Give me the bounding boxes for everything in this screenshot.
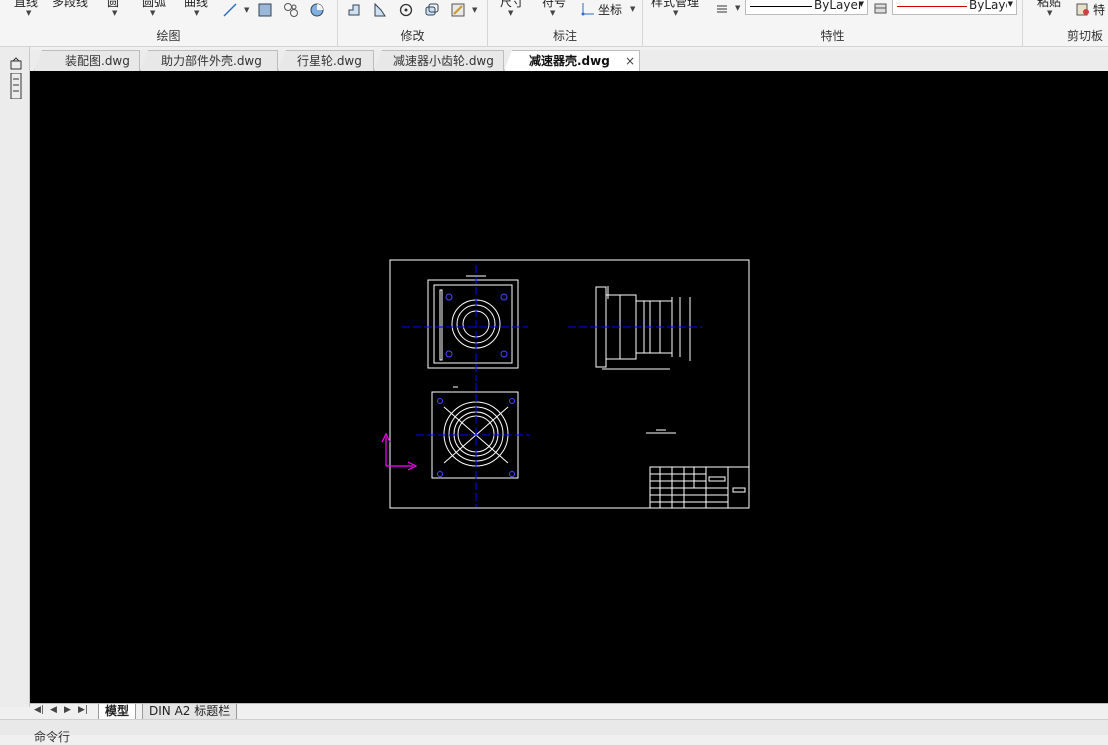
color-preview bbox=[897, 6, 967, 7]
tab-label: 减速器小齿轮.dwg bbox=[393, 54, 494, 68]
color-value: ByLayer bbox=[969, 0, 1007, 12]
draw-panel-title: 绘图 bbox=[156, 29, 181, 43]
prev-layout-icon[interactable]: ◀ bbox=[50, 705, 57, 715]
chevron-down-icon[interactable]: ▼ bbox=[550, 9, 555, 17]
rectangle-icon[interactable] bbox=[257, 2, 273, 18]
tool-palette bbox=[0, 47, 30, 707]
command-line-label: 命令行 bbox=[34, 730, 71, 744]
tab-reducer-housing[interactable]: 减速器壳.dwg × bbox=[504, 50, 640, 71]
special-button[interactable]: 特 bbox=[1093, 1, 1105, 18]
chevron-down-icon[interactable]: ▼ bbox=[472, 6, 477, 14]
next-layout-icon[interactable]: ▶ bbox=[64, 705, 71, 715]
chevron-down-icon[interactable]: ▼ bbox=[630, 5, 635, 13]
hatch-icon[interactable] bbox=[283, 2, 299, 18]
drawing-canvas[interactable] bbox=[30, 71, 1108, 703]
modify-panel: ▼ 修改 bbox=[338, 0, 488, 47]
ribbon: 直线 ▼ 多段线 圆 ▼ 圆弧 ▼ 曲线 ▼ ▼ 绘图 ▼ 修改 尺寸 ▼ 符号… bbox=[0, 0, 1108, 47]
chevron-down-icon[interactable]: ▼ bbox=[244, 6, 249, 14]
lineweight-icon[interactable] bbox=[873, 1, 889, 17]
chevron-down-icon: ▼ bbox=[1007, 0, 1013, 8]
chevron-down-icon[interactable]: ▼ bbox=[1047, 9, 1052, 17]
clipboard-panel: 粘贴 ▼ 特 剪切板 bbox=[1023, 0, 1108, 47]
polyline-button[interactable]: 多段线 bbox=[52, 0, 88, 10]
move-icon[interactable] bbox=[346, 2, 362, 18]
copy-icon[interactable] bbox=[424, 2, 440, 18]
tab-din-a2[interactable]: DIN A2 标题栏 bbox=[142, 704, 238, 720]
close-icon[interactable]: × bbox=[625, 51, 635, 71]
layout-tabs: ◀| ◀ ▶ ▶| 模型 DIN A2 标题栏 bbox=[30, 703, 1108, 720]
last-layout-icon[interactable]: ▶| bbox=[78, 705, 88, 715]
line-icon[interactable] bbox=[222, 2, 238, 18]
coordinate-button[interactable]: 坐标 bbox=[598, 1, 622, 18]
chevron-down-icon[interactable]: ▼ bbox=[26, 9, 31, 17]
chevron-down-icon[interactable]: ▼ bbox=[508, 9, 513, 17]
chevron-down-icon[interactable]: ▼ bbox=[194, 9, 199, 17]
palette-handle-icon[interactable] bbox=[9, 73, 23, 99]
document-tabs: 装配图.dwg 助力部件外壳.dwg 行星轮.dwg 减速器小齿轮.dwg 减速… bbox=[30, 50, 1108, 71]
chevron-down-icon[interactable]: ▼ bbox=[673, 9, 678, 17]
command-line-bar[interactable]: 命令行 bbox=[0, 719, 1108, 744]
chevron-down-icon[interactable]: ▼ bbox=[150, 9, 155, 17]
bottom-view bbox=[416, 383, 530, 507]
linetype-select[interactable]: ByLayer ▼ bbox=[745, 0, 868, 15]
tab-label: 助力部件外壳.dwg bbox=[161, 54, 262, 68]
chevron-down-icon: ▼ bbox=[858, 0, 864, 8]
tab-reducer-pinion[interactable]: 减速器小齿轮.dwg bbox=[374, 50, 504, 71]
annotation-panel: 尺寸 ▼ 符号 ▼ 坐标 ▼ 标注 bbox=[488, 0, 643, 47]
fill-icon[interactable] bbox=[309, 2, 325, 18]
first-layout-icon[interactable]: ◀| bbox=[34, 705, 44, 715]
mirror-icon[interactable] bbox=[372, 2, 388, 18]
top-view bbox=[402, 265, 528, 381]
tab-planet-gear[interactable]: 行星轮.dwg bbox=[278, 50, 374, 71]
rotate-icon[interactable] bbox=[398, 2, 414, 18]
color-select[interactable]: ByLayer ▼ bbox=[892, 0, 1017, 15]
tab-assembly[interactable]: 装配图.dwg bbox=[34, 50, 140, 71]
tab-label: 行星轮.dwg bbox=[297, 54, 362, 68]
chevron-down-icon[interactable]: ▼ bbox=[735, 4, 740, 12]
clipboard-panel-title: 剪切板 bbox=[1067, 29, 1104, 43]
ucs-icon[interactable] bbox=[580, 1, 596, 17]
chevron-down-icon[interactable]: ▼ bbox=[112, 9, 117, 17]
title-block bbox=[649, 466, 750, 509]
properties-icon[interactable] bbox=[1075, 1, 1091, 17]
annotation-panel-title: 标注 bbox=[552, 29, 577, 43]
cad-drawing bbox=[381, 259, 750, 509]
modify-panel-title: 修改 bbox=[400, 29, 425, 43]
palette-pin-icon[interactable] bbox=[9, 57, 23, 71]
layer-icon[interactable] bbox=[715, 1, 731, 17]
edit-icon[interactable] bbox=[450, 2, 466, 18]
sheet-border bbox=[389, 259, 750, 509]
linetype-preview bbox=[750, 6, 812, 7]
linetype-value: ByLayer bbox=[814, 0, 863, 12]
tab-housing[interactable]: 助力部件外壳.dwg bbox=[140, 50, 278, 71]
draw-panel: 直线 ▼ 多段线 圆 ▼ 圆弧 ▼ 曲线 ▼ ▼ 绘图 bbox=[0, 0, 338, 47]
ucs-indicator bbox=[381, 432, 418, 471]
section-view bbox=[568, 286, 702, 370]
tab-label: 装配图.dwg bbox=[65, 54, 130, 68]
properties-panel-title: 特性 bbox=[820, 29, 845, 43]
tab-label: 减速器壳.dwg bbox=[529, 54, 610, 68]
tab-model[interactable]: 模型 bbox=[98, 704, 137, 720]
properties-panel: 样式管理 ▼ ▼ ByLayer ▼ ByLayer ▼ 特性 bbox=[643, 0, 1023, 47]
